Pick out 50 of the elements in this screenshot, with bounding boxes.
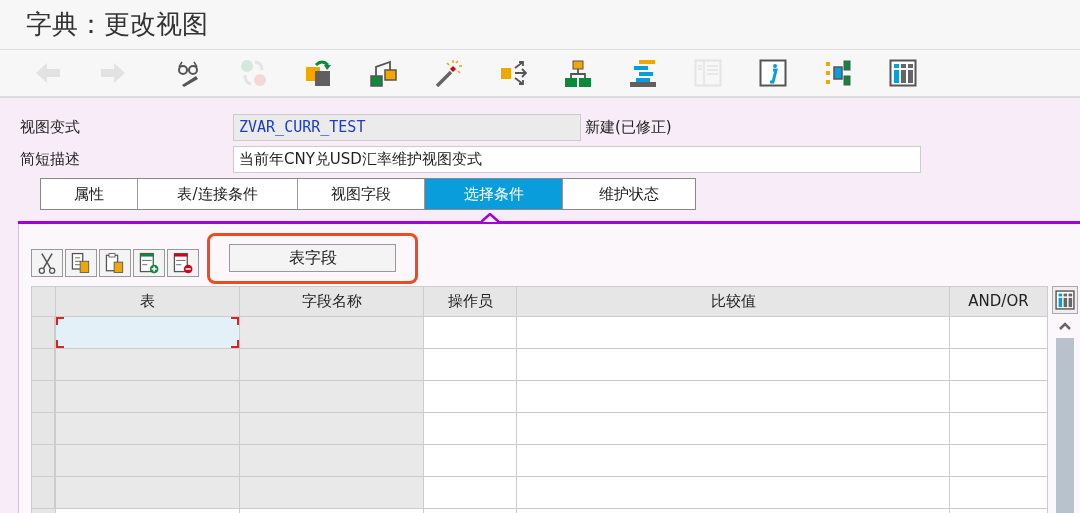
table-cell[interactable] bbox=[56, 317, 239, 349]
insert-row-icon bbox=[137, 251, 161, 275]
layout-icon[interactable] bbox=[823, 59, 852, 87]
copy-button[interactable] bbox=[65, 249, 97, 277]
table-cell[interactable] bbox=[240, 477, 423, 509]
row-header[interactable] bbox=[32, 349, 55, 381]
column-header[interactable]: AND/OR bbox=[950, 287, 1047, 317]
insert-row-button[interactable] bbox=[133, 249, 165, 277]
scrollbar-thumb[interactable] bbox=[1056, 338, 1074, 513]
column-header[interactable]: 字段名称 bbox=[240, 287, 423, 317]
field-label: 简短描述 bbox=[20, 149, 81, 171]
table-cell[interactable] bbox=[56, 381, 239, 413]
table-cell[interactable] bbox=[240, 381, 423, 413]
org-chart-icon[interactable] bbox=[563, 59, 592, 87]
row-header[interactable] bbox=[32, 317, 55, 349]
column-header[interactable]: 操作员 bbox=[424, 287, 516, 317]
table-cell[interactable] bbox=[56, 445, 239, 477]
info-icon[interactable] bbox=[758, 59, 787, 87]
row-header[interactable] bbox=[32, 413, 55, 445]
table-cell[interactable] bbox=[56, 477, 239, 509]
status-text: 新建(已修正) bbox=[585, 117, 672, 139]
column-settings-button[interactable] bbox=[1052, 286, 1078, 314]
row-header[interactable] bbox=[32, 477, 55, 509]
field-label: 视图变式 bbox=[20, 117, 81, 139]
column-grid-icon bbox=[1055, 290, 1075, 310]
stacked-bars-icon[interactable] bbox=[628, 59, 657, 87]
input-field[interactable]: 当前年CNY兑USD汇率维护视图变式 bbox=[233, 146, 921, 173]
paste-button[interactable] bbox=[99, 249, 131, 277]
column-header[interactable]: 比较值 bbox=[517, 287, 949, 317]
hierarchy-icon[interactable] bbox=[368, 59, 397, 87]
table-cell[interactable] bbox=[240, 413, 423, 445]
table-cell[interactable] bbox=[56, 349, 239, 381]
table-cell[interactable] bbox=[240, 349, 423, 381]
delete-row-icon bbox=[171, 251, 195, 275]
delete-row-button[interactable] bbox=[167, 249, 199, 277]
row-header[interactable] bbox=[32, 381, 55, 413]
magic-wand-icon[interactable] bbox=[433, 59, 462, 87]
row-header[interactable] bbox=[32, 445, 55, 477]
window-title: 字典：更改视图 bbox=[26, 8, 208, 41]
table-cell[interactable] bbox=[240, 445, 423, 477]
table-cell[interactable] bbox=[56, 413, 239, 445]
table-field-button[interactable]: 表字段 bbox=[229, 244, 396, 272]
distribute-arrows-icon[interactable] bbox=[498, 59, 527, 87]
input-field[interactable]: ZVAR_CURR_TEST bbox=[233, 114, 581, 141]
column-header[interactable]: 表 bbox=[56, 287, 239, 317]
table-cell[interactable] bbox=[240, 317, 423, 349]
activate-icon[interactable] bbox=[303, 59, 332, 87]
column-grid-icon[interactable] bbox=[888, 59, 917, 87]
chevron-up-icon bbox=[1059, 322, 1071, 330]
scissors-button[interactable] bbox=[31, 249, 63, 277]
